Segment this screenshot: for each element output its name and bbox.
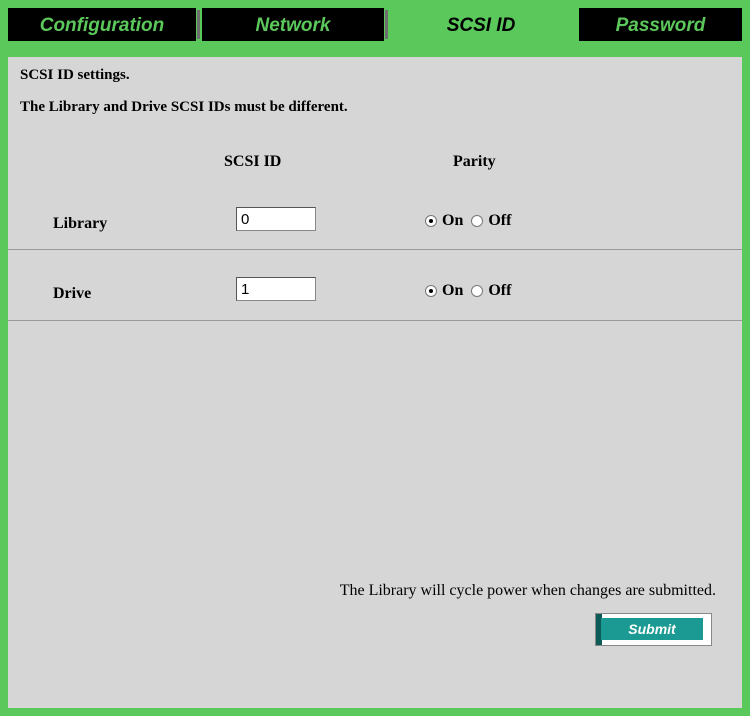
- library-parity-off-radio[interactable]: [471, 215, 484, 227]
- tab-separator: [197, 10, 200, 39]
- library-parity-on-radio[interactable]: [425, 215, 437, 227]
- drive-parity-on-label: On: [442, 282, 464, 299]
- drive-parity-off-radio[interactable]: [471, 285, 484, 297]
- row-divider: [8, 249, 742, 250]
- drive-parity-group: On Off: [425, 280, 519, 302]
- library-scsi-id-input[interactable]: [236, 207, 316, 231]
- power-cycle-notice: The Library will cycle power when change…: [339, 582, 716, 599]
- submit-button-label: Submit: [601, 618, 703, 640]
- tab-network-label: Network: [255, 15, 331, 36]
- drive-parity-off-label: Off: [488, 282, 512, 299]
- library-parity-off-label: Off: [488, 212, 512, 229]
- submit-button[interactable]: Submit: [595, 613, 712, 646]
- drive-parity-on-radio[interactable]: [425, 285, 437, 297]
- column-header-parity: Parity: [453, 153, 496, 170]
- row-label-library: Library: [53, 215, 108, 232]
- tab-scsi-id[interactable]: SCSI ID: [388, 8, 574, 41]
- drive-scsi-id-input[interactable]: [236, 277, 316, 301]
- tab-configuration[interactable]: Configuration: [8, 8, 200, 41]
- row-divider: [8, 320, 742, 321]
- page-title: SCSI ID settings.: [20, 67, 130, 83]
- column-header-scsi-id: SCSI ID: [224, 153, 282, 170]
- row-label-drive: Drive: [53, 285, 92, 302]
- tab-configuration-label: Configuration: [39, 15, 165, 36]
- app-frame: Configuration Network SCSI ID Password S…: [0, 0, 750, 716]
- tab-scsi-id-label: SCSI ID: [446, 15, 516, 36]
- tab-password[interactable]: Password: [579, 8, 742, 41]
- library-parity-on-label: On: [442, 212, 464, 229]
- tab-password-label: Password: [615, 15, 706, 36]
- library-parity-group: On Off: [425, 210, 519, 232]
- settings-panel: SCSI ID settings. The Library and Drive …: [8, 57, 742, 708]
- page-instruction: The Library and Drive SCSI IDs must be d…: [20, 99, 348, 115]
- tab-network[interactable]: Network: [202, 8, 388, 41]
- tab-bar: Configuration Network SCSI ID Password: [8, 8, 742, 42]
